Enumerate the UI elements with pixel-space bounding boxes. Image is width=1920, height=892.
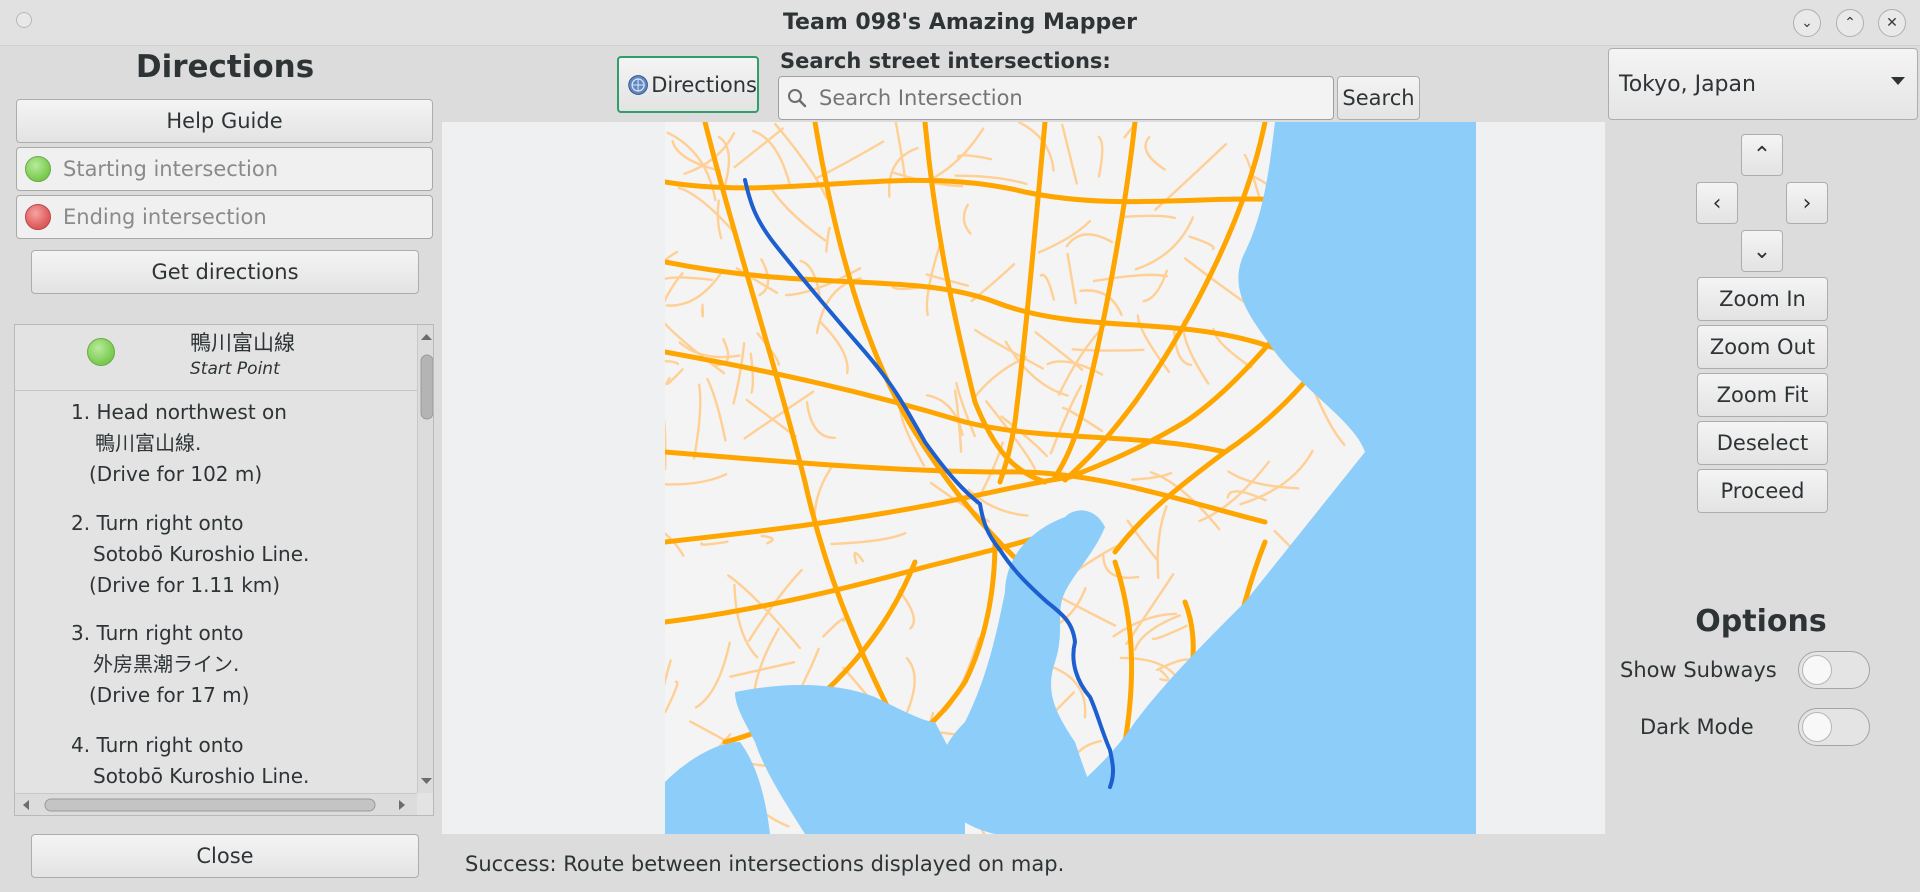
scroll-right-arrow-icon	[399, 800, 405, 810]
search-icon	[788, 89, 807, 108]
map[interactable]	[665, 122, 1476, 834]
toggle-knob	[1802, 655, 1832, 685]
directions-toggle-label: Directions	[651, 72, 757, 97]
direction-step-distance: (Drive for 1.11 km)	[89, 573, 281, 597]
zoom-fit-button[interactable]: Zoom Fit	[1697, 373, 1828, 417]
starting-intersection-field[interactable]: Starting intersection	[16, 147, 433, 191]
pan-down-icon: ⌄	[1752, 238, 1772, 264]
direction-step-instruction: 3. Turn right onto	[71, 621, 244, 645]
route-start-row: 鴨川富山線 Start Point	[15, 325, 417, 391]
toggle-knob	[1802, 712, 1832, 742]
show-subways-label: Show Subways	[1620, 658, 1777, 682]
minimize-icon: ⌄	[1801, 15, 1813, 31]
get-directions-button[interactable]: Get directions	[31, 250, 419, 294]
pan-right-icon: ›	[1802, 190, 1812, 216]
direction-step-instruction: 1. Head northwest on	[71, 400, 287, 424]
starting-intersection-placeholder: Starting intersection	[63, 157, 279, 181]
vertical-scrollbar[interactable]	[417, 325, 433, 793]
help-guide-button[interactable]: Help Guide	[16, 99, 433, 143]
show-subways-toggle[interactable]	[1798, 651, 1870, 689]
window-title: Team 098's Amazing Mapper	[782, 10, 1138, 35]
deselect-button[interactable]: Deselect	[1697, 421, 1828, 465]
options-heading: Options	[1695, 604, 1827, 639]
direction-step: 2. Turn right onto Sotobō Kuroshio Line.…	[71, 508, 309, 601]
globe-icon	[628, 74, 648, 95]
direction-step-distance: (Drive for 17 m)	[89, 683, 250, 707]
scroll-left-arrow-icon	[23, 800, 29, 810]
search-label: Search street intersections:	[780, 49, 1111, 73]
direction-step-street: 鴨川富山線.	[95, 431, 202, 455]
directions-heading: Directions	[135, 49, 315, 85]
maximize-button[interactable]: ⌃	[1836, 9, 1864, 37]
directions-toggle-button[interactable]: Directions	[617, 56, 759, 113]
vertical-scroll-thumb	[420, 354, 433, 420]
direction-step-instruction: 4. Turn right onto	[71, 733, 244, 757]
map-minor-road	[1071, 348, 1145, 352]
search-input[interactable]	[778, 76, 1334, 120]
route-start-street: 鴨川富山線	[190, 331, 295, 355]
dark-mode-label: Dark Mode	[1640, 715, 1754, 739]
dark-mode-toggle[interactable]	[1798, 708, 1870, 746]
scroll-down-arrow-icon	[421, 778, 432, 784]
city-selector[interactable]: Tokyo, Japan	[1608, 48, 1918, 120]
close-button[interactable]: Close	[31, 834, 419, 878]
ending-intersection-placeholder: Ending intersection	[63, 205, 267, 229]
city-selector-value: Tokyo, Japan	[1619, 71, 1756, 97]
maximize-icon: ⌃	[1844, 15, 1856, 31]
status-message: Success: Route between intersections dis…	[465, 852, 1065, 876]
proceed-button[interactable]: Proceed	[1697, 469, 1828, 513]
route-start-caption: Start Point	[190, 359, 280, 379]
close-icon: ✕	[1886, 15, 1898, 31]
close-window-button[interactable]: ✕	[1878, 9, 1906, 37]
directions-list[interactable]: 鴨川富山線 Start Point 1. Head northwest on 鴨…	[14, 324, 434, 816]
direction-step-street: Sotobō Kuroshio Line.	[93, 542, 310, 566]
horizontal-scroll-thumb	[44, 798, 376, 812]
zoom-out-button[interactable]: Zoom Out	[1697, 325, 1828, 369]
scroll-up-arrow-icon	[421, 334, 432, 340]
start-marker-icon	[25, 156, 51, 182]
direction-step: 1. Head northwest on 鴨川富山線. (Drive for 1…	[71, 397, 287, 490]
direction-step: 4. Turn right onto Sotobō Kuroshio Line.	[71, 730, 309, 792]
pan-up-icon: ⌃	[1752, 142, 1772, 168]
pan-up-button[interactable]: ⌃	[1741, 134, 1783, 176]
minimize-button[interactable]: ⌄	[1793, 9, 1821, 37]
search-button[interactable]: Search	[1337, 76, 1420, 120]
direction-step-distance: (Drive for 102 m)	[89, 462, 263, 486]
direction-step-street: Sotobō Kuroshio Line.	[93, 764, 310, 788]
direction-step: 3. Turn right onto 外房黒潮ライン. (Drive for 1…	[71, 618, 249, 711]
dropdown-arrow-icon	[1891, 77, 1905, 85]
end-marker-icon	[25, 204, 51, 230]
ending-intersection-field[interactable]: Ending intersection	[16, 195, 433, 239]
zoom-in-button[interactable]: Zoom In	[1697, 277, 1828, 321]
map-minor-road	[700, 303, 705, 318]
pan-down-button[interactable]: ⌄	[1741, 230, 1783, 272]
direction-step-street: 外房黒潮ライン.	[93, 652, 240, 676]
horizontal-scrollbar[interactable]	[15, 793, 417, 815]
pan-left-icon: ‹	[1712, 190, 1722, 216]
pan-left-button[interactable]: ‹	[1696, 182, 1738, 224]
pan-right-button[interactable]: ›	[1786, 182, 1828, 224]
direction-step-instruction: 2. Turn right onto	[71, 511, 244, 535]
route-start-icon	[87, 338, 115, 366]
